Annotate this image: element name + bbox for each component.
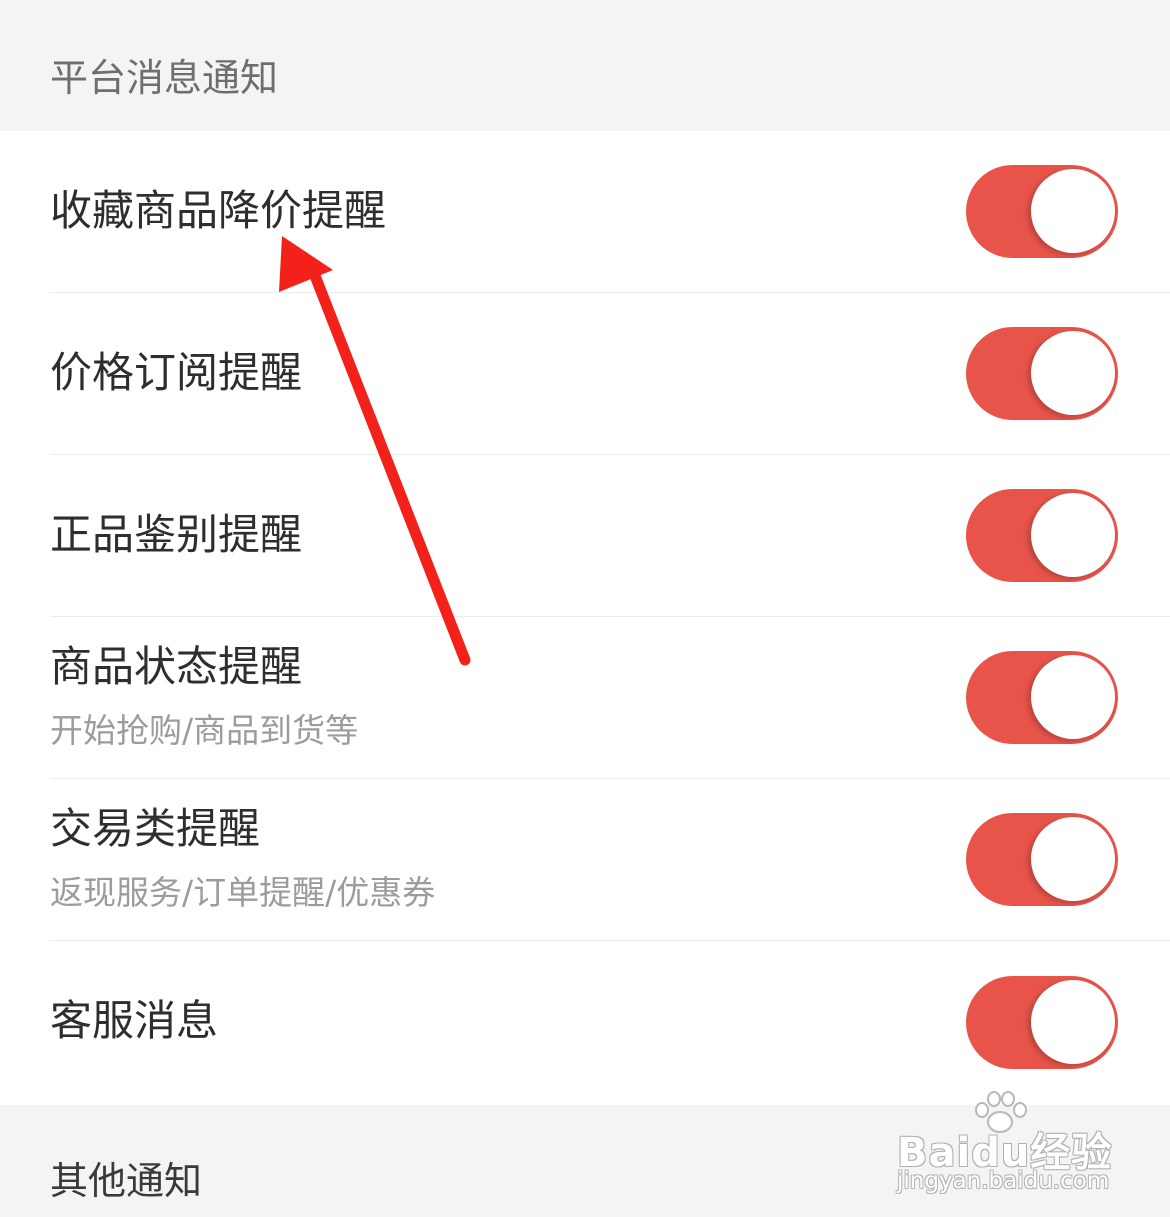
toggle-knob xyxy=(1031,655,1115,739)
setting-label: 商品状态提醒 xyxy=(50,642,303,691)
watermark-url: jingyan.baidu.com xyxy=(897,1168,1110,1194)
toggle-knob xyxy=(1031,331,1115,415)
setting-subtitle: 返现服务/订单提醒/优惠券 xyxy=(50,873,436,912)
setting-row-authenticity[interactable]: 正品鉴别提醒 xyxy=(0,455,1170,617)
setting-row-price-subscription[interactable]: 价格订阅提醒 xyxy=(0,293,1170,455)
setting-subtitle: 开始抢购/商品到货等 xyxy=(50,711,359,750)
toggle-knob xyxy=(1031,493,1115,577)
setting-label: 交易类提醒 xyxy=(50,804,261,853)
setting-label: 客服消息 xyxy=(50,996,219,1045)
setting-label: 正品鉴别提醒 xyxy=(50,510,303,559)
product-status-toggle[interactable] xyxy=(966,651,1118,744)
price-subscription-toggle[interactable] xyxy=(966,327,1118,420)
baidu-watermark: Baidu经验 jingyan.baidu.com xyxy=(895,1090,1125,1200)
toggle-knob xyxy=(1031,817,1115,901)
section-title-other: 其他通知 xyxy=(50,1159,203,1203)
setting-row-transaction[interactable]: 交易类提醒 返现服务/订单提醒/优惠券 xyxy=(0,779,1170,941)
setting-row-product-status[interactable]: 商品状态提醒 开始抢购/商品到货等 xyxy=(0,617,1170,779)
setting-label: 价格订阅提醒 xyxy=(50,348,303,397)
transaction-toggle[interactable] xyxy=(966,813,1118,906)
setting-label: 收藏商品降价提醒 xyxy=(50,186,387,235)
authenticity-toggle[interactable] xyxy=(966,489,1118,582)
setting-row-favorite-price-drop[interactable]: 收藏商品降价提醒 xyxy=(0,131,1170,293)
section-title-platform: 平台消息通知 xyxy=(50,56,279,100)
section-header-platform: 平台消息通知 xyxy=(0,0,1170,131)
favorite-price-drop-toggle[interactable] xyxy=(966,165,1118,258)
toggle-knob xyxy=(1031,980,1115,1064)
setting-row-customer-service[interactable]: 客服消息 xyxy=(0,941,1170,1105)
toggle-knob xyxy=(1031,169,1115,253)
customer-service-toggle[interactable] xyxy=(966,976,1118,1069)
